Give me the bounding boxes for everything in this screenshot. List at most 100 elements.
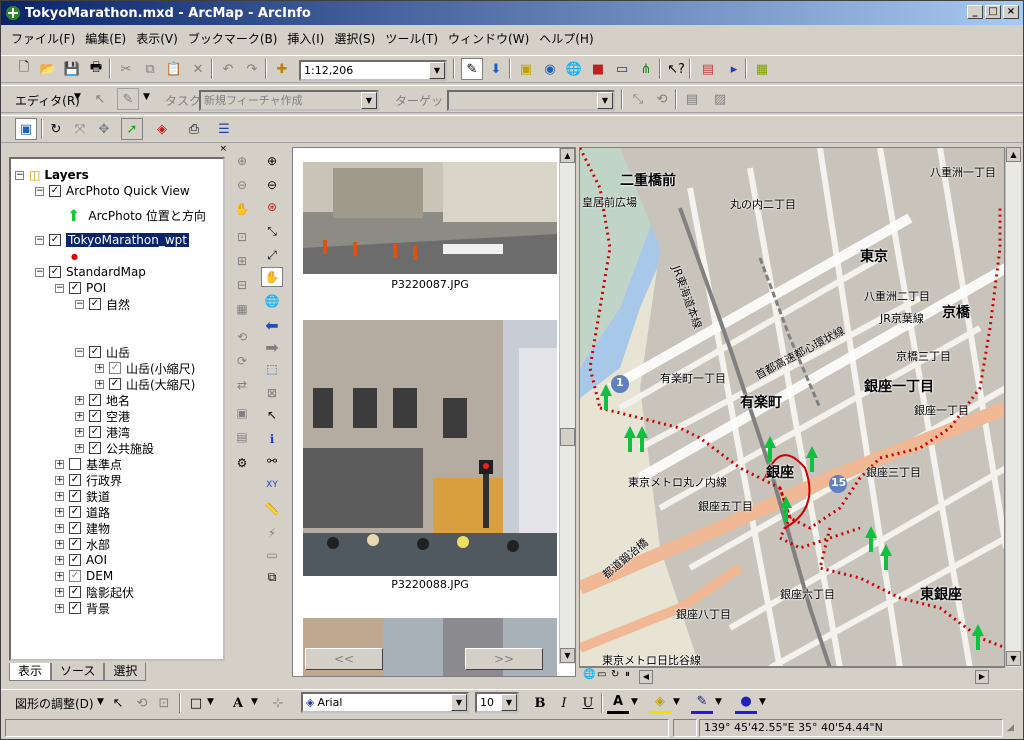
toc-item[interactable]: − ✓ 自然 [75,296,130,312]
layer-checkbox[interactable]: ✓ [89,410,101,422]
fixed-zoom-in-icon[interactable]: ⤡ [261,221,283,241]
layer-checkbox[interactable] [69,458,81,470]
help-pointer-icon[interactable]: ↖? [665,58,687,80]
select-features-icon[interactable]: ⬚ [261,359,283,379]
scroll-thumb[interactable] [560,428,575,446]
tab-selection[interactable]: 選択 [104,663,147,681]
menu-bookmarks[interactable]: ブックマーク(B) [188,30,278,47]
select-elements-icon[interactable]: ↖ [261,405,283,425]
clear-selection-icon[interactable]: ⊠ [261,383,283,403]
create-viewer-icon[interactable]: ⧉ [261,567,283,587]
close-button[interactable]: × [1003,5,1019,19]
expand-icon[interactable]: + [55,571,64,581]
scroll-up-icon[interactable]: ▲ [560,148,575,163]
layer-checkbox[interactable]: ✓ [69,522,81,534]
refresh-icon[interactable]: ↻ [45,118,67,140]
edit-vertices-icon[interactable]: ⊹ [267,692,289,714]
minimize-button[interactable]: _ [967,5,983,19]
collapse-icon[interactable]: − [35,186,44,196]
task-combo[interactable]: 新規フィーチャ作成 ▼ [199,90,379,111]
toc-item[interactable]: + 基準点 [55,456,122,472]
layer-checkbox[interactable]: ✓ [89,426,101,438]
toc-item[interactable]: − ✓ ArcPhoto Quick View [35,183,190,199]
forward-arrow-icon[interactable]: ➡ [261,337,283,357]
zoom-in-icon[interactable]: ⊕ [261,151,283,171]
chevron-down-icon[interactable]: ▼ [361,92,377,109]
next-photos-button[interactable]: >> [465,648,543,670]
zoom-to-element-icon[interactable]: ⊡ [153,692,175,714]
layer-checkbox[interactable]: ✓ [69,538,81,550]
bold-button[interactable]: B [529,692,551,714]
photo-fit-icon[interactable]: ⊡ [231,227,253,247]
select-pointer-icon[interactable]: ↖ [107,692,129,714]
zoom-extent-icon[interactable]: ✥ [93,118,115,140]
underline-button[interactable]: U [577,692,599,714]
toc-item[interactable]: + ✓ 行政界 [55,472,122,488]
chevron-down-icon[interactable]: ▼ [429,62,445,79]
open-folder-icon[interactable]: 📂 [37,58,59,80]
layer-checkbox[interactable]: ✓ [89,298,101,310]
font-combo[interactable]: ◈ Arial ▼ [301,692,469,713]
expand-icon[interactable]: + [55,507,64,517]
full-extent-globe-icon[interactable]: 🌐 [261,291,283,311]
expand-icon[interactable]: + [75,443,84,453]
model-builder-icon[interactable]: ⋔ [635,58,657,80]
target-combo[interactable]: ▼ [447,90,615,111]
toc-item[interactable]: + ✓ 建物 [55,520,110,536]
layout-view-icon[interactable]: ▭ [597,669,606,680]
toc-item[interactable]: + ✓ 水部 [55,536,110,552]
globe-icon[interactable]: 🌐 [563,58,585,80]
undo-icon[interactable]: ↶ [217,58,239,80]
photo-zoom-in-icon[interactable]: ⊕ [231,151,253,171]
map-horizontal-scrollbar[interactable]: 🌐 ▭ ↻ ⏸ ◀ ▶ [579,667,1005,685]
photo-info-icon[interactable]: ▤ [231,427,253,447]
toc-item[interactable]: + ✓ 陰影起伏 [55,584,134,600]
zoom-full-icon[interactable]: ⤧ [69,118,91,140]
collapse-icon[interactable]: − [35,267,44,277]
editor-menu[interactable]: エディタ(R) [15,92,80,109]
expand-icon[interactable]: + [75,395,84,405]
refresh-view-icon[interactable]: ↻ [611,669,619,680]
save-icon[interactable]: 💾 [61,58,83,80]
photo-save-icon[interactable]: ▣ [231,403,253,423]
resize-grip-icon[interactable]: ◢ [1007,723,1014,733]
previous-photos-button[interactable]: << [305,648,383,670]
arctoolbox-edit-icon[interactable]: ⬇ [485,58,507,80]
toc-item[interactable]: + ✓ 山岳(小縮尺) [95,360,195,376]
menu-help[interactable]: ヘルプ(H) [539,30,593,47]
map-display[interactable]: 二重橋前 皇居前広場 丸の内二丁目 東京 八重洲一丁目 八重洲二丁目 京橋 JR… [579,147,1005,667]
layer-checkbox[interactable]: ✓ [69,506,81,518]
attributes-icon[interactable]: ▤ [681,88,703,110]
toc-root[interactable]: − ◫ Layers [15,167,89,183]
sketch-tool-icon[interactable]: ✎ [117,88,139,110]
toc-item[interactable]: + ✓ 公共施設 [75,440,154,456]
go-to-xy-icon[interactable]: XY [261,475,283,495]
photo-settings-icon[interactable]: ⚙ [231,453,253,473]
measure-icon[interactable]: 📏 [261,499,283,519]
delete-icon[interactable]: ✕ [187,58,209,80]
map-scale-combo[interactable]: 1:12,206 ▼ [299,60,447,81]
identify-info-icon[interactable]: ℹ [261,429,283,449]
layer-checkbox[interactable]: ✓ [109,378,121,390]
expand-icon[interactable]: + [55,539,64,549]
scroll-down-icon[interactable]: ▼ [560,648,575,663]
photo-thumbnail-icon[interactable]: ▦ [231,299,253,319]
expand-icon[interactable]: + [55,491,64,501]
rotate-tool-icon[interactable]: ⟲ [651,88,673,110]
photo-rotate-right-icon[interactable]: ⟳ [231,351,253,371]
chevron-down-icon[interactable]: ▼ [673,697,680,707]
font-color-icon[interactable]: A [607,692,629,714]
menu-window[interactable]: ウィンドウ(W) [448,30,529,47]
photo-view-icon[interactable]: ▣ [15,118,37,140]
chevron-down-icon[interactable]: ▼ [207,697,214,707]
toolbox-icon[interactable]: ■ [587,58,609,80]
menu-selection[interactable]: 選択(S) [334,30,375,47]
edit-tool-icon[interactable]: ↖ [89,88,111,110]
toc-item[interactable]: + ✓ DEM [55,568,113,584]
toc-item[interactable]: + ✓ AOI [55,552,107,568]
toc-item[interactable]: − ✓ StandardMap [35,264,146,280]
back-arrow-icon[interactable]: ⬅ [261,315,283,335]
maximize-button[interactable]: □ [985,5,1001,19]
menu-insert[interactable]: 挿入(I) [287,30,324,47]
expand-icon[interactable]: + [75,427,84,437]
